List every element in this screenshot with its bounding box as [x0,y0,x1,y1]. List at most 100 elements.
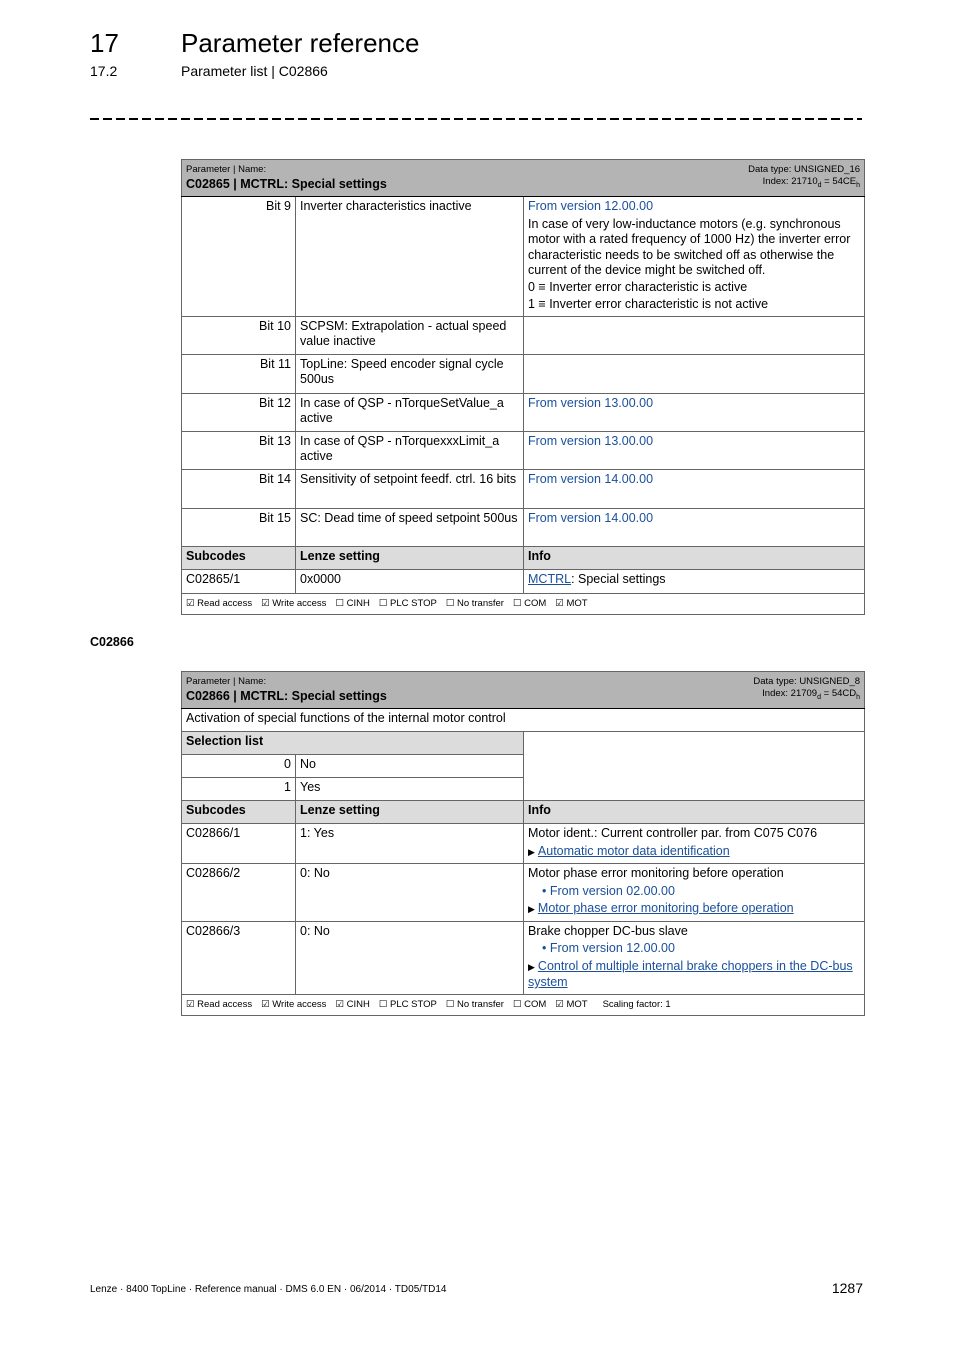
table-row: C02866/1 1: Yes Motor ident.: Current co… [181,823,866,864]
chapter-title: Parameter reference [181,28,420,58]
cross-reference-link[interactable]: Automatic motor data identification [538,844,730,858]
col-header-info: Info [522,800,866,824]
subcode-info: Brake chopper DC-bus slave • From versio… [522,920,866,995]
param-description: Activation of special functions of the i… [180,708,866,732]
param-name: C02865 | MCTRL: Special settings [186,177,387,191]
col-header-lenze-setting: Lenze setting [295,800,524,824]
subcode-info: MCTRL: Special settings [522,568,866,594]
document-footer: Lenze · 8400 TopLine · Reference manual … [90,1284,447,1295]
info-value-1: 1 ≡ Inverter error characteristic is not… [528,297,769,311]
section-title: Parameter list | C02866 [181,63,328,79]
table-row: Bit 14 Sensitivity of setpoint feedf. ct… [181,468,866,509]
bit-number: Bit 11 [181,353,296,394]
bit-description: Sensitivity of setpoint feedf. ctrl. 16 … [295,468,524,509]
arrow-right-icon: ▶ [528,846,535,857]
section-number: 17.2 [90,63,118,79]
info-value-0: 0 ≡ Inverter error characteristic is act… [528,279,748,294]
data-type: Data type: UNSIGNED_16 [748,164,861,175]
table-row: Bit 12 In case of QSP - nTorqueSetValue_… [181,392,866,432]
version-note: From version 13.00.00 [522,392,866,432]
page-number: 1287 [831,1280,863,1296]
selection-label: Yes [295,777,524,801]
col-header-info: Info [522,545,866,570]
access-flag: ☐ No transfer [445,998,504,1010]
version-note: From version 13.00.00 [522,430,866,470]
bit-description: SCPSM: Extrapolation - actual speed valu… [295,315,524,355]
table-row: C02865/1 0x0000 MCTRL: Special settings [181,568,866,594]
col-header-subcodes: Subcodes [181,545,296,570]
selection-empty-cell [522,731,866,801]
bit-description: TopLine: Speed encoder signal cycle 500u… [295,353,524,394]
subcode: C02866/2 [181,863,296,922]
data-type: Data type: UNSIGNED_8 [753,676,861,687]
lenze-setting: 0: No [295,920,524,995]
subcode-info: Motor phase error monitoring before oper… [522,863,866,922]
bit-number: Bit 12 [181,392,296,432]
table-row: Bit 15 SC: Dead time of speed setpoint 5… [181,507,866,547]
bullet-icon: • [542,941,550,955]
access-flag: ☑ Write access [261,998,327,1010]
bit-description: In case of QSP - nTorquexxxLimit_a activ… [295,430,524,470]
bit-number: Bit 9 [181,196,296,317]
table-row: Bit 13 In case of QSP - nTorquexxxLimit_… [181,430,866,470]
table-header: Parameter | Name: C02865 | MCTRL: Specia… [180,159,866,197]
info-text: In case of very low-inductance motors (e… [528,216,851,278]
access-flag: ☑ CINH [335,998,370,1010]
param-index: Index: 21710d = 54CEh [762,176,861,189]
chapter-number: 17 [90,28,119,58]
access-flag: Scaling factor: 1 [602,998,671,1010]
cross-reference-link[interactable]: Control of multiple internal brake chopp… [528,959,853,990]
col-header-subcodes: Subcodes [181,800,296,824]
access-flag: ☑ MOT [555,998,588,1010]
param-index: Index: 21709d = 54CDh [762,688,861,701]
table-header: Parameter | Name: C02866 | MCTRL: Specia… [180,671,866,709]
selection-list-header: Selection list [181,731,524,755]
parameter-table-c02865: Parameter | Name: C02865 | MCTRL: Specia… [180,159,866,615]
subcode: C02865/1 [181,568,296,594]
access-flag: ☑ Read access [186,597,253,609]
access-flag: ☐ PLC STOP [378,597,437,609]
table-row: C02866/2 0: No Motor phase error monitor… [181,863,866,922]
subcode-info: Motor ident.: Current controller par. fr… [522,823,866,864]
access-flag: ☐ PLC STOP [378,998,437,1010]
version-note: From version 14.00.00 [522,468,866,509]
col-header-lenze-setting: Lenze setting [295,545,524,570]
bit-number: Bit 15 [181,507,296,547]
param-label: Parameter | Name: [186,676,267,687]
lenze-setting: 1: Yes [295,823,524,864]
table-row: C02866/3 0: No Brake chopper DC-bus slav… [181,920,866,995]
cross-reference-link[interactable]: Motor phase error monitoring before oper… [538,901,794,915]
section-subheading: C02866 [90,635,134,649]
access-flag: ☐ No transfer [445,597,504,609]
selection-value: 0 [181,754,296,778]
bullet-icon: • [542,883,550,898]
arrow-right-icon: ▶ [528,904,535,914]
access-footer: ☑ Read access ☑ Write access ☐ CINH ☐ PLC S… [180,592,866,615]
subcode: C02866/1 [181,823,296,864]
access-flag: ☐ COM [512,597,547,609]
param-label: Parameter | Name: [186,164,267,175]
param-name: C02866 | MCTRL: Special settings [186,689,387,703]
access-footer: ☑ Read access ☑ Write access ☑ CINH ☐ PLC S… [180,993,866,1016]
version-note: From version 12.00.00 [528,199,654,213]
access-flag: ☑ Read access [186,998,253,1010]
table-row: Bit 9 Inverter characteristics inactive … [181,196,866,317]
arrow-right-icon: ▶ [528,961,535,972]
subcodes-header-row: Subcodes Lenze setting Info [181,545,866,570]
bit-number: Bit 14 [181,468,296,509]
table-row: Bit 10 SCPSM: Extrapolation - actual spe… [181,315,866,355]
table-row: Bit 11 TopLine: Speed encoder signal cyc… [181,353,866,394]
mctrl-link[interactable]: MCTRL [528,572,571,586]
subcode: C02866/3 [181,920,296,995]
bit-description: In case of QSP - nTorqueSetValue_a activ… [295,392,524,432]
access-flag: ☑ Write access [261,597,327,609]
lenze-setting: 0: No [295,863,524,922]
version-note [522,353,866,394]
selection-value: 1 [181,777,296,801]
version-note [522,315,866,355]
header-divider [90,118,862,120]
bit-number: Bit 13 [181,430,296,470]
lenze-setting: 0x0000 [295,568,524,594]
bit-number: Bit 10 [181,315,296,355]
parameter-table-c02866: Parameter | Name: C02866 | MCTRL: Specia… [180,671,866,1016]
